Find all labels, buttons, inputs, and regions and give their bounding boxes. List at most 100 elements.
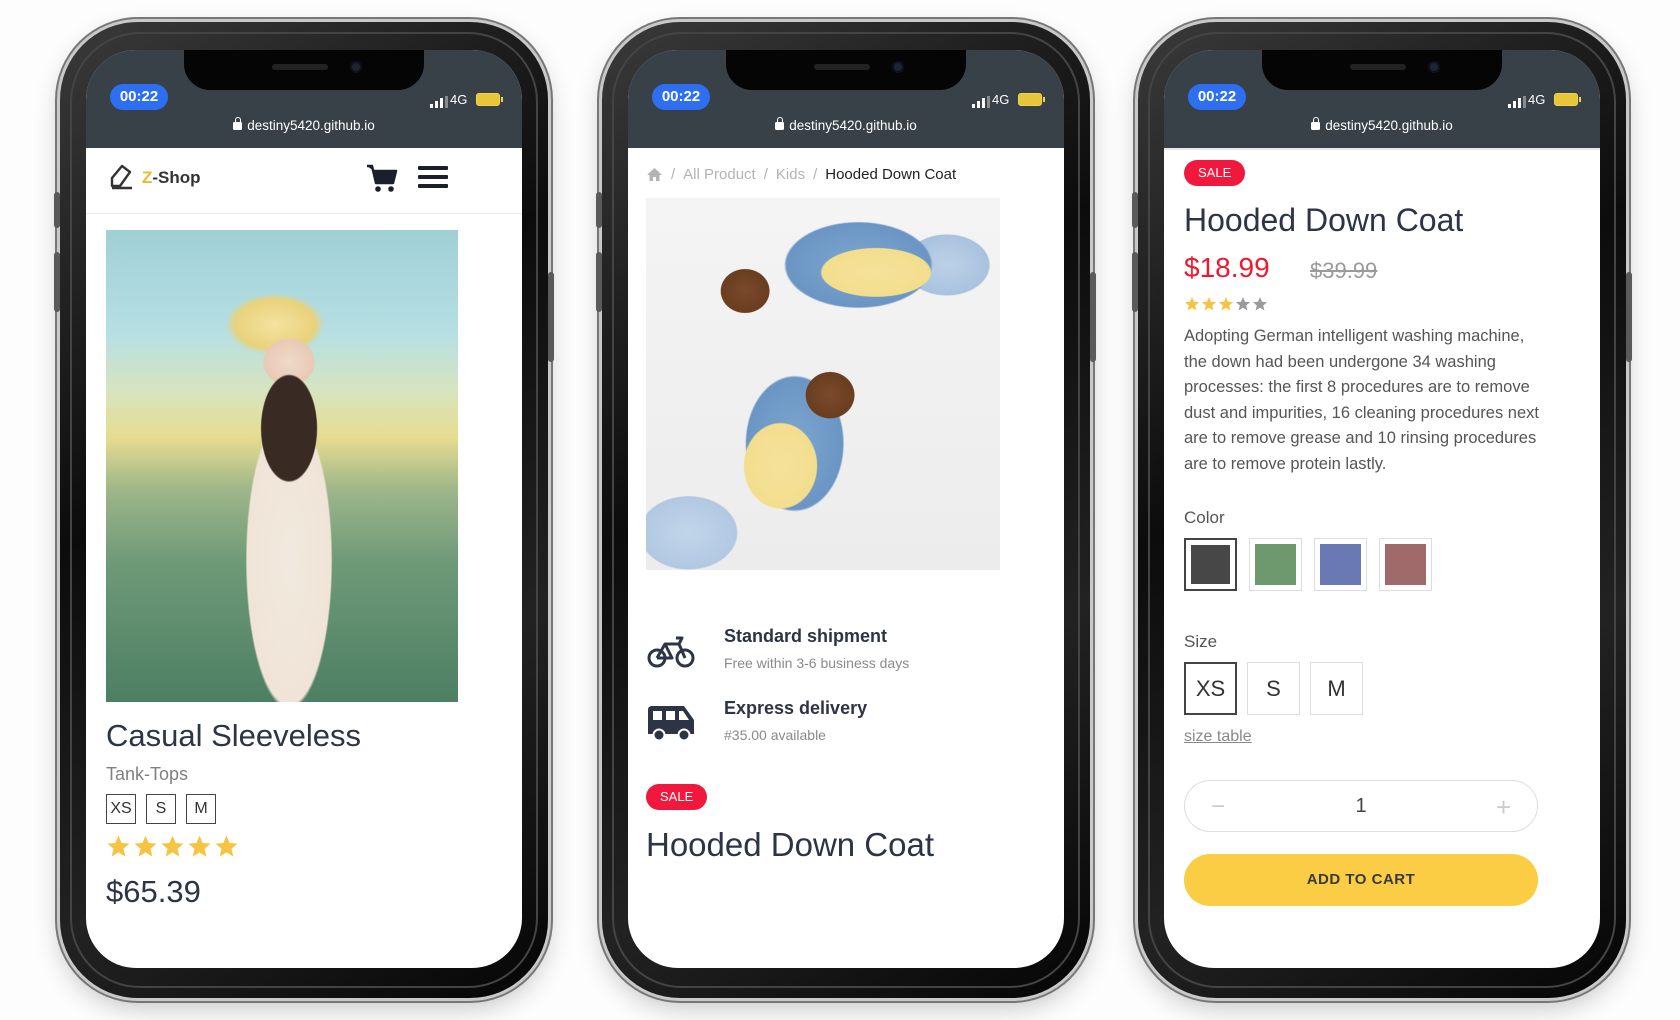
status-time: 00:22	[652, 84, 710, 110]
star-icon	[1235, 297, 1251, 311]
star-icon	[134, 835, 157, 857]
side-button	[1132, 252, 1138, 312]
size-chip[interactable]: XS	[106, 794, 136, 824]
cart-icon[interactable]	[366, 163, 398, 193]
battery-icon	[476, 93, 503, 106]
quantity-stepper: − 1 +	[1184, 780, 1538, 832]
star-icon	[161, 835, 184, 857]
star-icon	[107, 835, 130, 857]
logo-icon[interactable]	[108, 162, 136, 192]
notch	[1262, 50, 1502, 90]
color-options	[1184, 538, 1432, 591]
status-bar: 00:22 4G destiny5420.github.io	[86, 50, 522, 148]
sale-price: $18.99	[1184, 252, 1270, 283]
network-label: 4G	[450, 92, 468, 107]
url-text: destiny5420.github.io	[1325, 118, 1453, 133]
lock-icon	[233, 117, 243, 130]
phone-screen: 00:22 4G destiny5420.github.io Z-Shop Ca…	[86, 50, 522, 968]
breadcrumb-separator: /	[763, 166, 768, 183]
sale-badge: SALE	[646, 784, 708, 810]
star-icon	[1218, 297, 1234, 311]
breadcrumb-current: Hooded Down Coat	[825, 166, 957, 183]
rating-stars	[1184, 296, 1268, 312]
star-icon	[215, 835, 238, 857]
signal-icon	[972, 96, 990, 108]
sale-badge: SALE	[1184, 160, 1246, 186]
network-label: 4G	[992, 92, 1010, 107]
side-button	[1132, 192, 1138, 228]
signal-icon	[1508, 96, 1526, 108]
size-chip[interactable]: M	[186, 794, 216, 824]
size-chip[interactable]: S	[146, 794, 176, 824]
page-content: / All Product / Kids / Hooded Down Coat …	[628, 148, 1064, 968]
lock-icon	[775, 117, 785, 130]
product-category: Tank-Tops	[106, 764, 189, 784]
star-icon	[1252, 297, 1268, 311]
side-button	[54, 192, 60, 228]
shipping-express: Express delivery #35.00 available	[646, 698, 867, 744]
brand-suffix: -Shop	[152, 168, 201, 187]
product-title: Hooded Down Coat	[646, 826, 935, 863]
product-price: $65.39	[106, 874, 201, 909]
notch	[726, 50, 966, 90]
status-time: 00:22	[1188, 84, 1246, 110]
status-bar: 00:22 4G destiny5420.github.io	[628, 50, 1064, 148]
van-icon	[648, 706, 694, 742]
page-content: SALE Hooded Down Coat $18.99 $39.99 Adop…	[1164, 148, 1600, 968]
size-options: XS S M	[106, 794, 216, 824]
product-title: Hooded Down Coat	[1184, 202, 1464, 238]
size-option-m[interactable]: M	[1310, 662, 1363, 715]
size-options: XS S M	[1184, 662, 1363, 715]
size-table-link[interactable]: size table	[1184, 728, 1252, 746]
url-text: destiny5420.github.io	[247, 118, 375, 133]
side-button	[54, 252, 60, 312]
menu-icon[interactable]	[418, 166, 448, 188]
phone-frame-1: 00:22 4G destiny5420.github.io Z-Shop Ca…	[54, 22, 554, 998]
breadcrumb-kids[interactable]: Kids	[776, 166, 805, 183]
product-image[interactable]	[646, 198, 1000, 570]
shipping-subtitle: Free within 3-6 business days	[724, 655, 910, 671]
color-swatch[interactable]	[1379, 538, 1432, 591]
star-icon	[188, 835, 211, 857]
color-swatch[interactable]	[1184, 538, 1237, 591]
network-label: 4G	[1528, 92, 1546, 107]
brand-name[interactable]: Z-Shop	[142, 168, 201, 188]
lock-icon	[1311, 117, 1321, 130]
color-swatch[interactable]	[1314, 538, 1367, 591]
side-button	[548, 272, 554, 362]
home-icon[interactable]	[646, 167, 663, 182]
increment-button[interactable]: +	[1496, 792, 1511, 823]
color-swatch-fill	[1191, 545, 1230, 584]
star-icon	[1201, 297, 1217, 311]
status-bar: 00:22 4G destiny5420.github.io	[1164, 50, 1600, 148]
notch	[184, 50, 424, 90]
side-button	[1090, 272, 1096, 362]
rating-stars	[106, 834, 239, 859]
side-button	[1626, 272, 1632, 362]
color-swatch[interactable]	[1249, 538, 1302, 591]
color-swatch-fill	[1385, 544, 1426, 585]
address-bar[interactable]: destiny5420.github.io	[86, 117, 522, 133]
color-swatch-fill	[1255, 544, 1296, 585]
address-bar[interactable]: destiny5420.github.io	[628, 117, 1064, 133]
star-icon	[1184, 297, 1200, 311]
bicycle-icon	[647, 636, 695, 668]
shipping-title: Standard shipment	[724, 626, 888, 646]
side-button	[596, 252, 602, 312]
breadcrumb-all-product[interactable]: All Product	[683, 166, 756, 183]
brand-prefix: Z	[142, 168, 153, 187]
product-image[interactable]	[106, 230, 458, 702]
battery-icon	[1554, 93, 1581, 106]
product-title[interactable]: Casual Sleeveless	[106, 718, 361, 754]
signal-icon	[430, 96, 448, 108]
quantity-value[interactable]: 1	[1185, 795, 1537, 818]
phone-screen: 00:22 4G destiny5420.github.io / All Pro…	[628, 50, 1064, 968]
size-option-s[interactable]: S	[1247, 662, 1300, 715]
side-button	[596, 192, 602, 228]
size-option-xs[interactable]: XS	[1184, 662, 1237, 715]
color-label: Color	[1184, 508, 1225, 527]
shipping-standard: Standard shipment Free within 3-6 busine…	[646, 626, 909, 672]
add-to-cart-button[interactable]: ADD TO CART	[1184, 854, 1538, 906]
address-bar[interactable]: destiny5420.github.io	[1164, 117, 1600, 133]
breadcrumb: / All Product / Kids / Hooded Down Coat	[646, 166, 956, 183]
